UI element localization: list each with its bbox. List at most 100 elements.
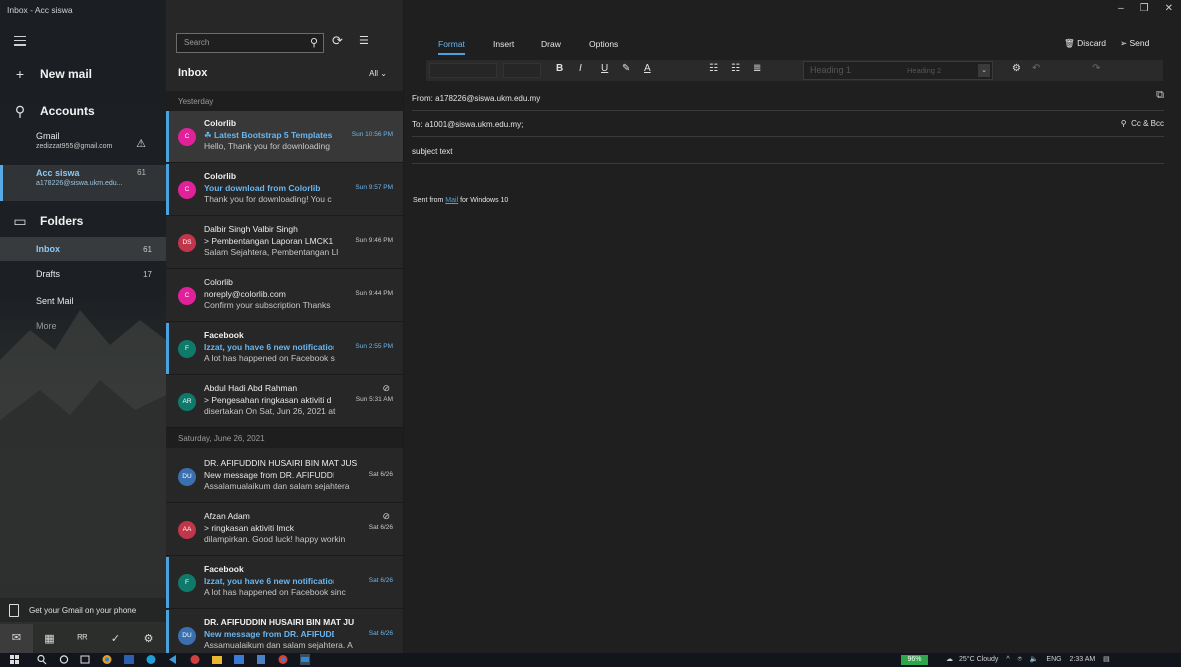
weather-label[interactable]: 25°C Cloudy (959, 656, 998, 663)
close-icon[interactable]: ✕ (1165, 3, 1173, 14)
message-item[interactable]: DU DR. AFIFUDDIN HUSAIRI BIN MAT JUS New m… (166, 451, 403, 503)
message-item[interactable]: F Facebook Izzat, you have 6 new notificat… (166, 323, 403, 375)
to-field[interactable]: To: a1001@siswa.ukm.edu.my; ⚲ Cc & Bcc (412, 112, 1164, 137)
message-item[interactable]: DU DR. AFIFUDDIN HUSAIRI BIN MAT JU New me… (166, 610, 403, 653)
mail-icon[interactable]: ✉ (0, 624, 33, 653)
message-item[interactable]: AA Afzan Adam > ringkasan aktiviti lmck Sat… (166, 504, 403, 556)
folder-sent-mail[interactable]: Sent Mail (0, 289, 166, 313)
chevron-down-icon[interactable]: ⌄ (978, 64, 990, 77)
chrome-icon[interactable] (278, 654, 288, 665)
styles-gallery[interactable]: Heading 1 Heading 2 ⌄ (803, 61, 993, 80)
sync-icon[interactable]: ⟳ (332, 33, 343, 49)
task-view-icon[interactable] (80, 654, 90, 665)
to-value[interactable]: a1001@siswa.ukm.edu.my; (425, 120, 523, 129)
heading2-style[interactable]: Heading 2 (907, 66, 941, 75)
folder-inbox[interactable]: Inbox 61 (0, 237, 166, 261)
list-title: Inbox (178, 67, 208, 79)
folders-header[interactable]: ▭ Folders (0, 210, 166, 232)
redo-icon[interactable]: ↷ (1092, 63, 1100, 74)
word-icon[interactable] (124, 654, 134, 665)
language-indicator[interactable]: ENG (1046, 656, 1061, 663)
network-icon[interactable]: ⌾ (1018, 656, 1022, 663)
message-item[interactable]: C Colorlib Your download from Colorlib Sun … (166, 164, 403, 216)
highlight-icon[interactable]: ✎ (622, 63, 630, 74)
tab-draw[interactable]: Draw (541, 39, 561, 49)
cc-bcc-button[interactable]: ⚲ Cc & Bcc (1121, 119, 1164, 128)
undo-icon[interactable]: ↶ (1032, 63, 1040, 74)
calculator-icon[interactable] (256, 654, 266, 665)
folders-label: Folders (40, 214, 84, 228)
weather-icon[interactable]: ☁ (946, 656, 953, 663)
mail-app-icon[interactable] (300, 654, 310, 665)
store-icon[interactable] (234, 654, 244, 665)
new-mail-button[interactable]: + New mail (0, 62, 166, 86)
heading1-style[interactable]: Heading 1 (810, 65, 851, 75)
popout-icon[interactable]: ⧉ (1156, 89, 1164, 102)
from-field[interactable]: From: a178226@siswa.ukm.edu.my ⧉ (412, 86, 1164, 111)
subject-text: > ringkasan aktiviti lmck (204, 523, 294, 533)
account-acc-siswa[interactable]: Acc siswa a178226@siswa.ukm.edu... 61 (0, 165, 166, 201)
subject-value[interactable]: subject text (412, 147, 452, 156)
font-size-dropdown[interactable] (503, 63, 541, 78)
selection-mode-icon[interactable]: ☰ (359, 34, 369, 47)
account-gmail[interactable]: Gmail zedizzat955@gmail.com ⚠ (0, 128, 166, 164)
font-color-icon[interactable]: A (644, 63, 651, 74)
search-icon[interactable]: ⚲ (310, 36, 318, 49)
filter-dropdown[interactable]: All ⌄ (369, 69, 387, 78)
message-item[interactable]: C Colorlib ☘ Latest Bootstrap 5 Templates S… (166, 111, 403, 163)
tab-format[interactable]: Format (438, 39, 465, 55)
battery-indicator[interactable]: 96% (901, 655, 928, 665)
restore-icon[interactable]: ❐ (1140, 3, 1149, 14)
mail-link[interactable]: Mail (445, 197, 458, 204)
calendar-icon[interactable]: ▦ (33, 632, 66, 645)
folder-label: Drafts (36, 269, 61, 279)
timestamp: Sun 5:31 AM (355, 396, 393, 403)
underline-icon[interactable]: U (601, 63, 608, 74)
todo-icon[interactable]: ✓ (99, 632, 132, 645)
tab-options[interactable]: Options (589, 39, 618, 49)
app-switcher: ✉ ▦ ᴿᴿ ✓ ⚙ (0, 624, 166, 653)
menu-icon[interactable] (14, 36, 26, 49)
subject-text: ☘ Latest Bootstrap 5 Templates (204, 130, 333, 140)
folder-drafts[interactable]: Drafts 17 (0, 262, 166, 286)
settings-icon[interactable]: ⚙ (132, 632, 165, 645)
search-icon[interactable] (37, 654, 47, 665)
chrome-icon[interactable] (102, 654, 112, 665)
accounts-label: Accounts (40, 104, 95, 118)
bold-icon[interactable]: B (556, 63, 563, 74)
signature[interactable]: Sent from Mail for Windows 10 (413, 197, 508, 204)
avatar: C (178, 128, 196, 146)
tab-insert[interactable]: Insert (493, 39, 514, 49)
numbering-icon[interactable]: ☷ (731, 63, 740, 74)
get-gmail-promo[interactable]: Get your Gmail on your phone (0, 598, 166, 622)
bullets-icon[interactable]: ☷ (709, 63, 718, 74)
volume-icon[interactable]: 🔈 (1030, 656, 1039, 663)
folder-more[interactable]: More (0, 314, 166, 338)
message-item[interactable]: C Colorlib noreply@colorlib.com Sun 9:44 PM… (166, 270, 403, 322)
subject-field[interactable]: subject text (412, 139, 1164, 164)
people-icon[interactable]: ᴿᴿ (66, 633, 99, 645)
chevron-up-icon[interactable]: ^ (1006, 656, 1009, 663)
minimize-icon[interactable]: – (1118, 3, 1124, 14)
edge-icon[interactable] (146, 654, 156, 665)
send-button[interactable]: ➢ Send (1120, 38, 1149, 49)
message-item[interactable]: AR Abdul Hadi Abd Rahman > Pengesahan ring… (166, 376, 403, 428)
search-input[interactable]: Search ⚲ (176, 33, 324, 53)
preview-text: Confirm your subscription Thanks (204, 300, 331, 310)
accounts-header[interactable]: ⚲ Accounts (0, 100, 166, 122)
message-item[interactable]: DS Dalbir Singh Valbir Singh > Pembentanga… (166, 217, 403, 269)
clock[interactable]: 2:33 AM (1070, 656, 1096, 663)
paint-icon[interactable] (190, 654, 200, 665)
explorer-icon[interactable] (212, 654, 222, 665)
message-item[interactable]: F Facebook Izzat, you have 6 new notificat… (166, 557, 403, 609)
italic-icon[interactable]: I (579, 63, 582, 74)
account-name: Gmail (36, 131, 60, 141)
vscode-icon[interactable] (168, 654, 178, 665)
cortana-icon[interactable] (59, 654, 69, 665)
windows-start-icon[interactable] (10, 654, 20, 665)
styles-settings-icon[interactable]: ⚙ (1012, 63, 1021, 74)
notification-icon[interactable]: ▤ (1103, 656, 1110, 663)
font-family-dropdown[interactable] (429, 63, 497, 78)
discard-button[interactable]: 🗑 Discard (1064, 38, 1106, 49)
paragraph-icon[interactable]: ≣ (753, 63, 761, 74)
